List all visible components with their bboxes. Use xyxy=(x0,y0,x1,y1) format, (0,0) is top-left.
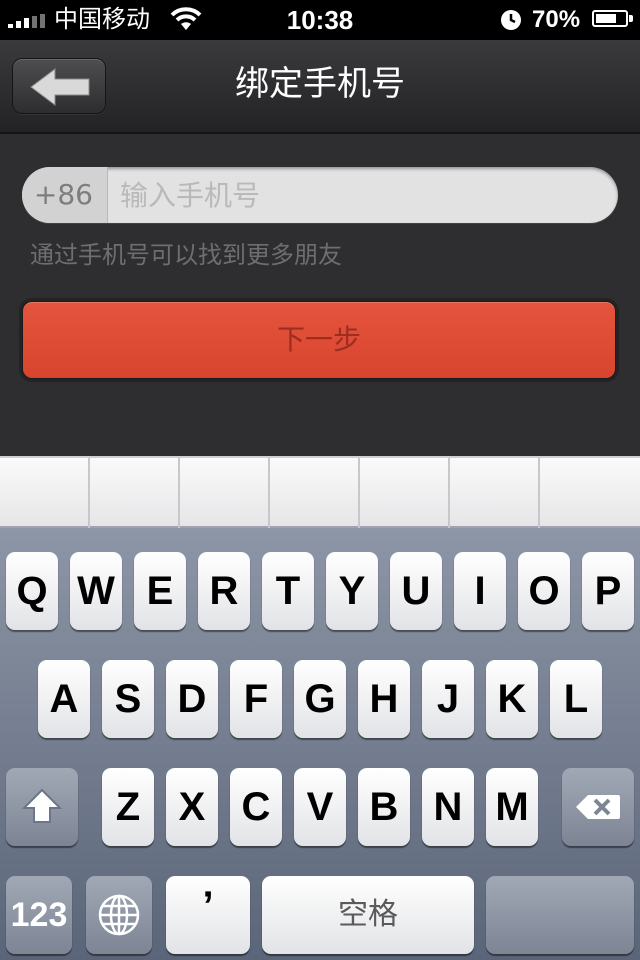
keyboard: Q W E R T Y U I O P A S D F G H J K L Z … xyxy=(0,528,640,960)
delete-icon xyxy=(576,795,620,819)
next-step-button[interactable]: 下一步 xyxy=(22,301,616,379)
candidate-divider xyxy=(88,458,90,528)
key-x[interactable]: X xyxy=(166,768,218,846)
key-a[interactable]: A xyxy=(38,660,90,738)
key-q[interactable]: Q xyxy=(6,552,58,630)
candidate-bar xyxy=(0,456,640,528)
bind-phone-form: +86 通过手机号可以找到更多朋友 下一步 xyxy=(0,134,640,456)
candidate-divider xyxy=(268,458,270,528)
phone-input[interactable] xyxy=(108,167,618,223)
phone-field[interactable]: +86 xyxy=(22,167,618,223)
space-key[interactable]: 空格 xyxy=(262,876,474,954)
globe-key[interactable] xyxy=(86,876,152,954)
shift-icon xyxy=(21,788,63,823)
key-b[interactable]: B xyxy=(358,768,410,846)
country-code[interactable]: +86 xyxy=(22,167,108,223)
key-e[interactable]: E xyxy=(134,552,186,630)
key-j[interactable]: J xyxy=(422,660,474,738)
key-d[interactable]: D xyxy=(166,660,218,738)
battery-tip xyxy=(629,15,633,22)
key-h[interactable]: H xyxy=(358,660,410,738)
candidate-divider xyxy=(538,458,540,528)
battery-level xyxy=(596,14,616,23)
status-bar: 中国移动 10:38 70% xyxy=(0,0,640,40)
candidate-divider xyxy=(178,458,180,528)
key-o[interactable]: O xyxy=(518,552,570,630)
key-y[interactable]: Y xyxy=(326,552,378,630)
key-n[interactable]: N xyxy=(422,768,474,846)
key-v[interactable]: V xyxy=(294,768,346,846)
key-w[interactable]: W xyxy=(70,552,122,630)
key-i[interactable]: I xyxy=(454,552,506,630)
key-p[interactable]: P xyxy=(582,552,634,630)
numbers-key[interactable]: 123 xyxy=(6,876,72,954)
battery-percent: 70% xyxy=(532,6,581,33)
key-f[interactable]: F xyxy=(230,660,282,738)
alarm-icon xyxy=(500,9,522,36)
key-k[interactable]: K xyxy=(486,660,538,738)
key-c[interactable]: C xyxy=(230,768,282,846)
candidate-divider xyxy=(358,458,360,528)
delete-key[interactable] xyxy=(562,768,634,846)
key-m[interactable]: M xyxy=(486,768,538,846)
page-title: 绑定手机号 xyxy=(235,64,405,104)
shift-key[interactable] xyxy=(6,768,78,846)
navigation-bar: 绑定手机号 xyxy=(0,40,640,134)
hint-text: 通过手机号可以找到更多朋友 xyxy=(30,241,342,269)
apostrophe-key[interactable]: ’ xyxy=(166,876,250,954)
candidate-divider xyxy=(448,458,450,528)
key-l[interactable]: L xyxy=(550,660,602,738)
key-g[interactable]: G xyxy=(294,660,346,738)
globe-icon xyxy=(98,894,140,936)
key-r[interactable]: R xyxy=(198,552,250,630)
key-u[interactable]: U xyxy=(390,552,442,630)
key-t[interactable]: T xyxy=(262,552,314,630)
return-key[interactable] xyxy=(486,876,634,954)
key-z[interactable]: Z xyxy=(102,768,154,846)
battery-icon xyxy=(592,10,628,27)
key-s[interactable]: S xyxy=(102,660,154,738)
